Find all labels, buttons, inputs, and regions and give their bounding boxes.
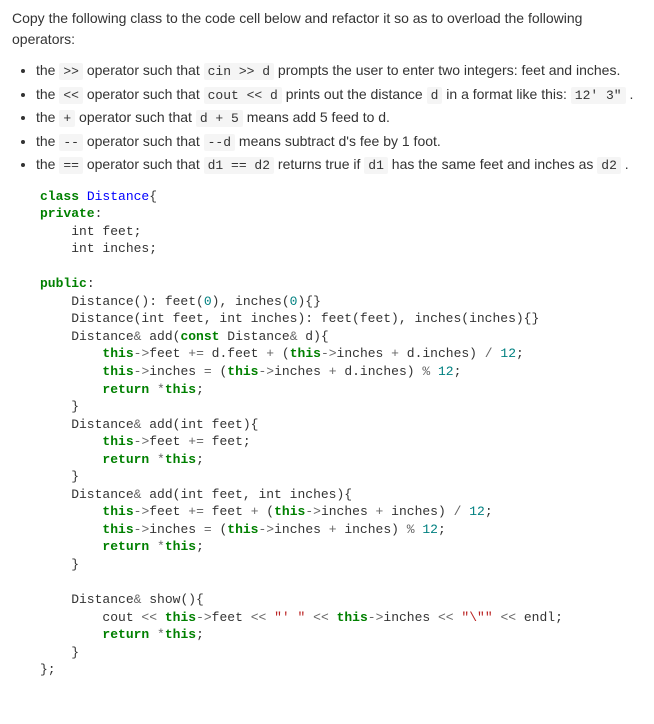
text: the [36,156,59,172]
inline-code: d1 == d2 [204,157,274,174]
inline-code: cin >> d [204,63,274,80]
inline-code: -- [59,134,83,151]
text: in a format like this: [442,86,570,102]
text: operator such that [75,109,196,125]
list-item: the << operator such that cout << d prin… [36,84,642,106]
list-item: the >> operator such that cin >> d promp… [36,60,642,82]
text: operator such that [83,86,204,102]
inline-code: cout << d [204,87,282,104]
inline-code: d1 [364,157,388,174]
text: has the same feet and inches as [388,156,597,172]
inline-code: d + 5 [196,110,243,127]
inline-code: d2 [597,157,621,174]
text: means add 5 feed to d. [243,109,390,125]
operator-list: the >> operator such that cin >> d promp… [12,60,642,176]
text: operator such that [83,62,204,78]
text: operator such that [83,133,204,149]
text: the [36,86,59,102]
text: means subtract d's fee by 1 foot. [235,133,441,149]
list-item: the == operator such that d1 == d2 retur… [36,154,642,176]
text: operator such that [83,156,204,172]
code-block: class Distance{ private: int feet; int i… [40,188,642,679]
inline-code: --d [204,134,235,151]
inline-code: 12' 3" [571,87,626,104]
inline-code: d [427,87,443,104]
instruction-text: Copy the following class to the code cel… [12,8,642,50]
text: the [36,62,59,78]
text: prints out the distance [282,86,427,102]
inline-code: == [59,157,83,174]
list-item: the -- operator such that --d means subt… [36,131,642,153]
text: the [36,133,59,149]
text: prompts the user to enter two integers: … [274,62,620,78]
list-item: the + operator such that d + 5 means add… [36,107,642,129]
text: . [621,156,629,172]
text: returns true if [274,156,364,172]
text: . [626,86,634,102]
inline-code: << [59,87,83,104]
inline-code: + [59,110,75,127]
inline-code: >> [59,63,83,80]
text: the [36,109,59,125]
